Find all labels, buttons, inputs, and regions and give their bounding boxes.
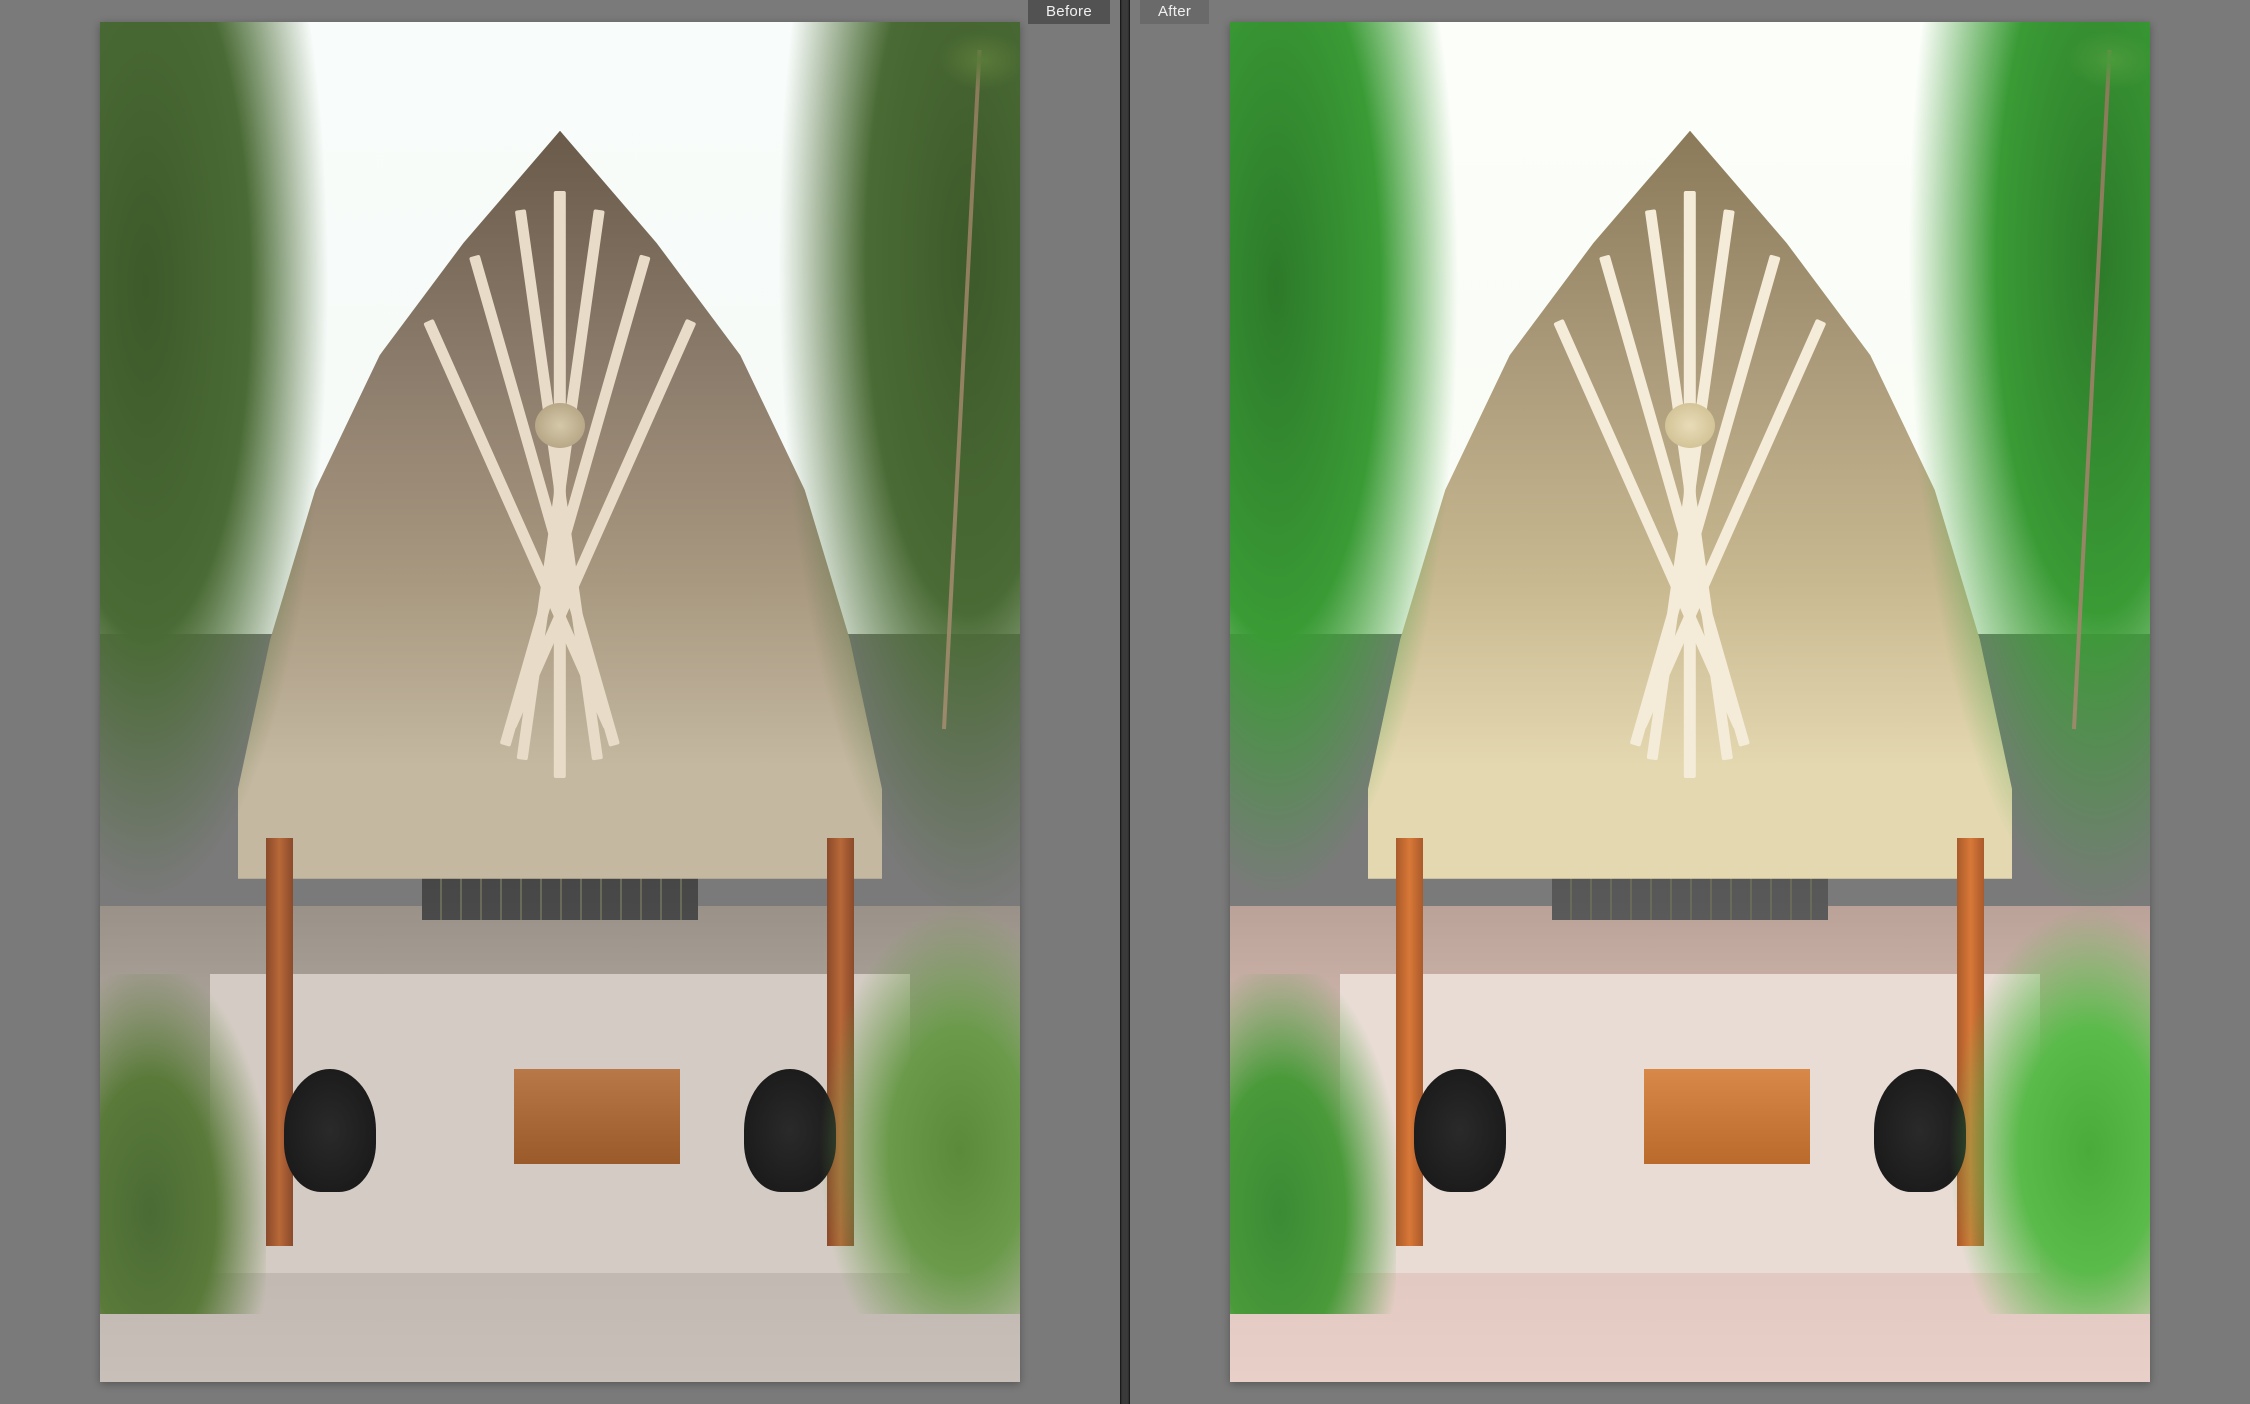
after-label: After: [1140, 0, 1209, 24]
compare-divider[interactable]: [1120, 0, 1130, 1404]
before-image[interactable]: [100, 22, 1020, 1382]
after-image[interactable]: [1230, 22, 2150, 1382]
before-after-compare-view: Before: [0, 0, 2250, 1404]
before-label: Before: [1028, 0, 1110, 24]
before-pane[interactable]: Before: [0, 0, 1120, 1404]
after-pane[interactable]: After: [1130, 0, 2250, 1404]
